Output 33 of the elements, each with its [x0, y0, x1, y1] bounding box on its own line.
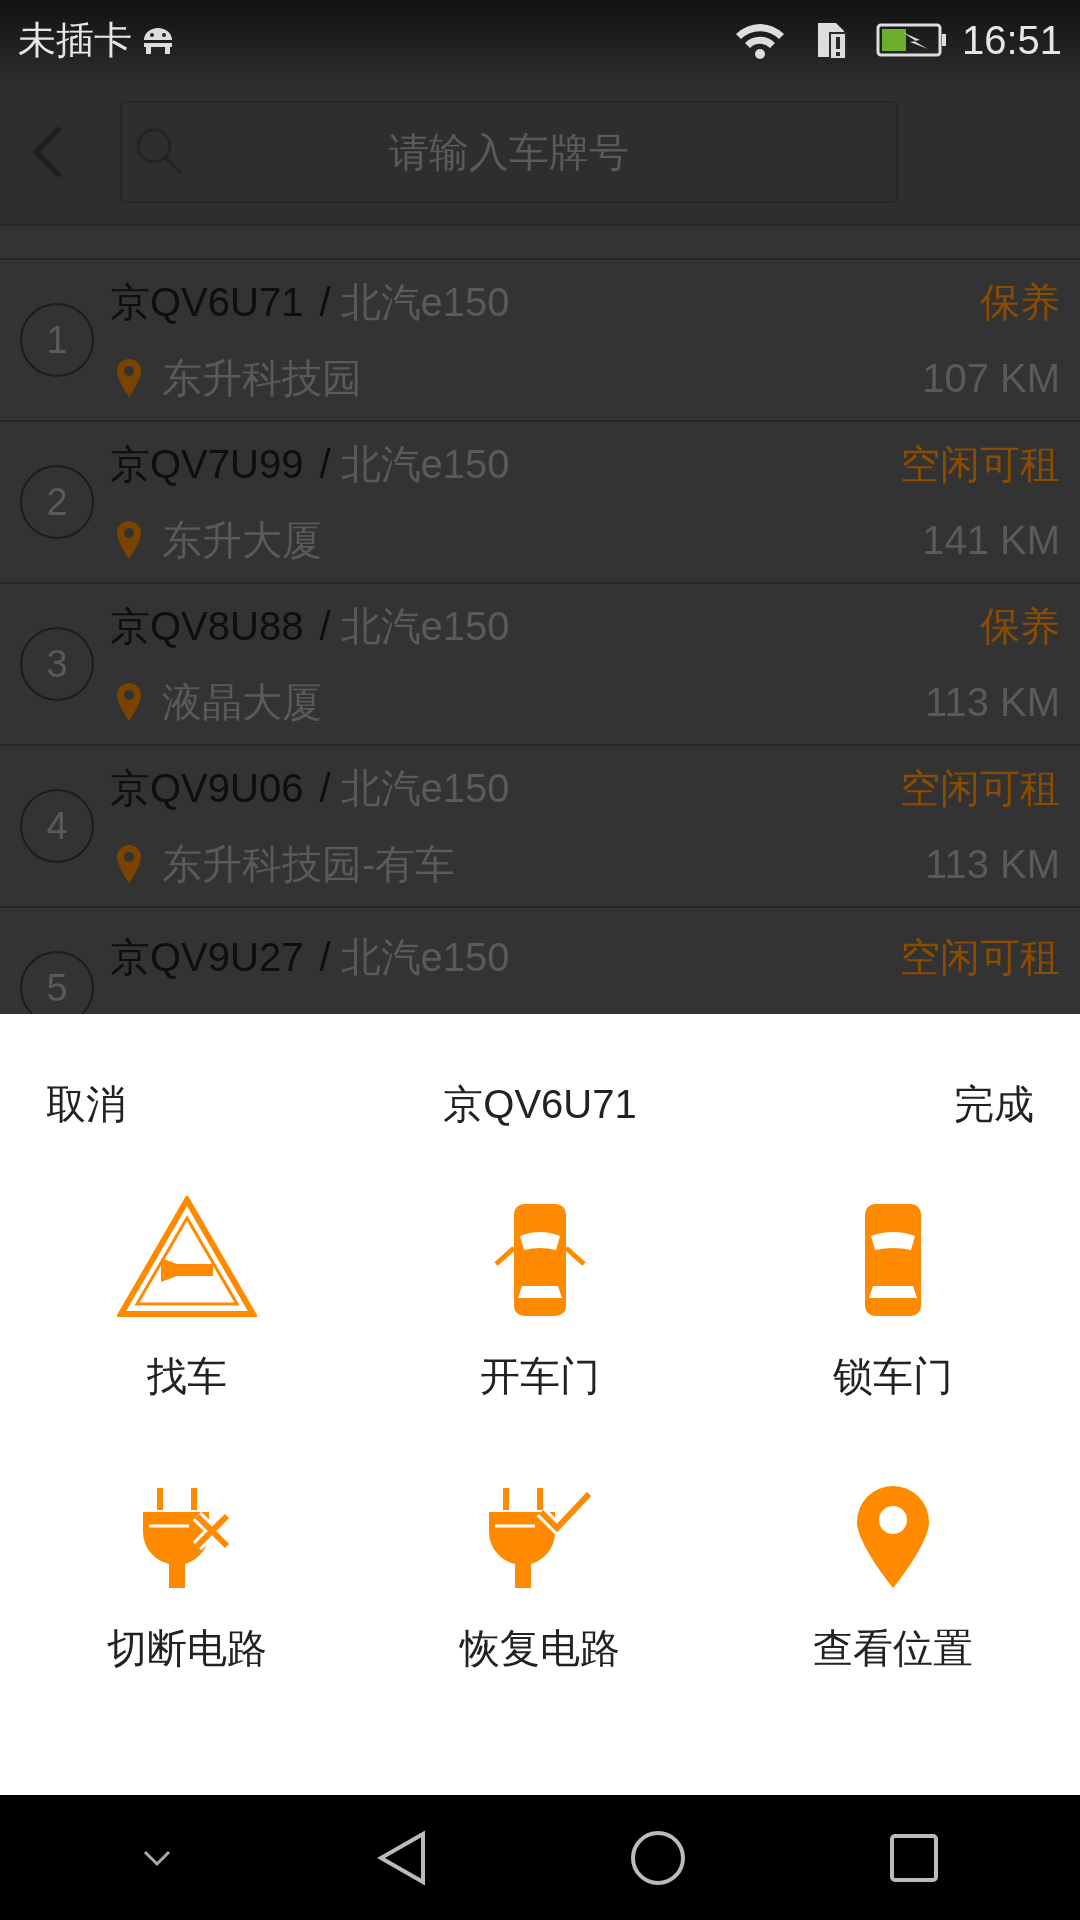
location-pin-icon — [116, 520, 142, 560]
car-doors-open-icon — [492, 1202, 588, 1318]
slash-text: / — [319, 279, 331, 326]
action-button[interactable]: 切断电路 — [10, 1466, 364, 1678]
location-pin-icon — [116, 844, 142, 884]
battery-charging-icon — [875, 23, 946, 57]
done-button[interactable]: 完成 — [954, 1074, 1034, 1134]
slash-text: / — [319, 603, 331, 650]
action-button[interactable]: 恢复电路 — [363, 1466, 717, 1678]
recents-square-icon[interactable] — [888, 1832, 939, 1883]
car-icon — [863, 1202, 924, 1318]
action-button[interactable]: 找车 — [10, 1194, 364, 1406]
slash-text: / — [319, 934, 331, 981]
status-text: 保养 — [980, 603, 1060, 650]
location-pin-icon — [116, 358, 142, 398]
sim-alert-icon — [815, 21, 848, 59]
status-text: 空闲可租 — [900, 934, 1060, 981]
status-text: 空闲可租 — [900, 441, 1060, 488]
slash-text: / — [319, 441, 331, 488]
location-pin-icon — [116, 682, 142, 722]
home-circle-icon[interactable] — [629, 1829, 686, 1886]
carrier-text: 未插卡 — [18, 17, 132, 63]
action-button[interactable]: 查看位置 — [716, 1466, 1070, 1678]
status-text: 保养 — [980, 279, 1060, 326]
slash-text: / — [319, 765, 331, 812]
status-text: 空闲可租 — [900, 765, 1060, 812]
clock-text: 16:51 — [961, 17, 1062, 64]
action-button[interactable]: 锁车门 — [716, 1194, 1070, 1406]
cancel-button[interactable]: 取消 — [46, 1074, 126, 1134]
location-pin-icon — [855, 1484, 932, 1590]
sheet-title: 京QV6U71 — [443, 1081, 637, 1128]
horn-warning-icon — [116, 1196, 257, 1318]
action-button[interactable]: 开车门 — [363, 1194, 717, 1406]
